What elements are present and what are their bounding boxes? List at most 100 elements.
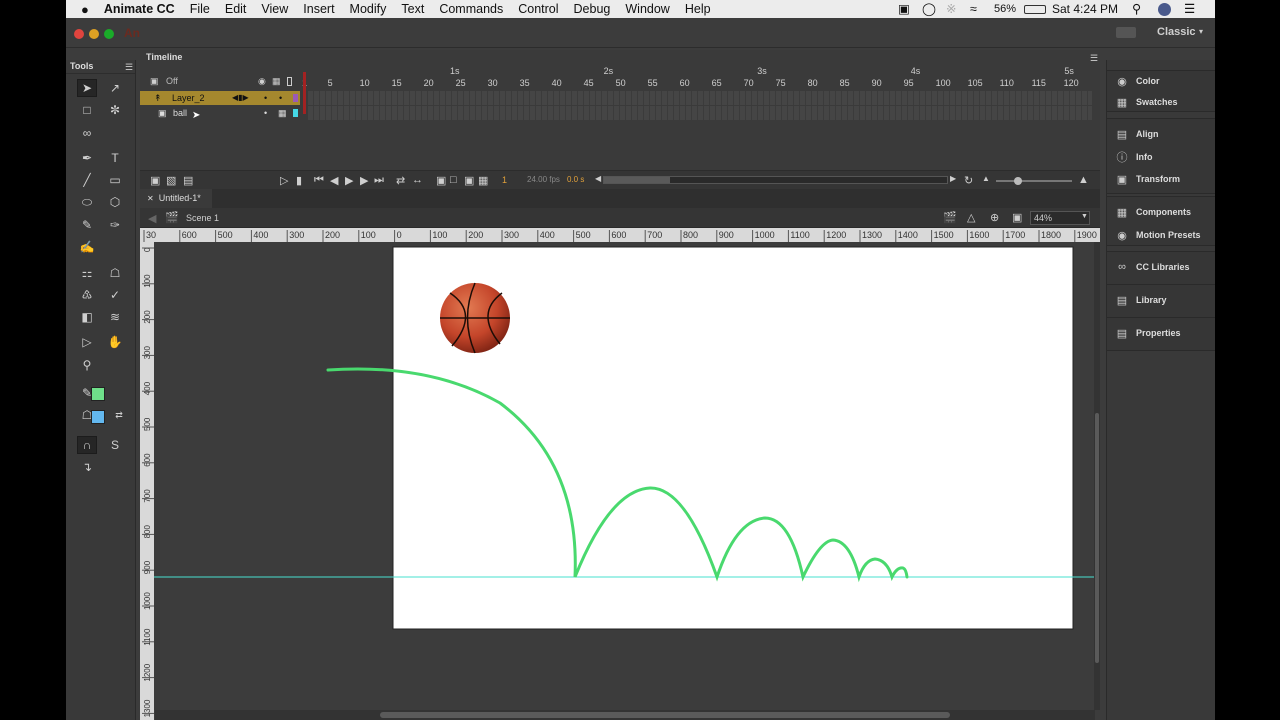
show-all-layers-icon[interactable]: ◉ [258, 76, 266, 87]
panel-motion-presets[interactable]: ◉ Motion Presets [1107, 225, 1215, 245]
wifi-icon[interactable]: ≈ [970, 0, 977, 18]
panel-properties[interactable]: ▤ Properties [1107, 323, 1215, 343]
notification-center-icon[interactable]: ☰ [1184, 0, 1195, 18]
rectangle-tool-icon[interactable]: ▭ [105, 171, 125, 189]
selection-tool-icon[interactable]: ➤ [77, 79, 97, 97]
scroll-right-icon[interactable]: ▶ [950, 174, 956, 183]
fill-color-swatch[interactable] [91, 410, 105, 424]
new-folder-icon[interactable]: ▧ [166, 174, 176, 187]
layer-visibility-dot[interactable]: • [264, 106, 267, 120]
edit-symbols-icon[interactable]: △ [967, 211, 975, 224]
delete-layer-icon[interactable]: ▤ [183, 174, 193, 187]
timeline-menu-icon[interactable]: ☰ [1090, 53, 1098, 64]
zoom-dropdown-icon[interactable]: ▼ [1081, 213, 1088, 220]
playhead[interactable] [303, 72, 306, 114]
frame-rate[interactable]: 24.00 fps [527, 175, 560, 184]
menu-view[interactable]: View [261, 2, 288, 16]
center-playhead-icon[interactable]: ↻ [964, 174, 973, 187]
elapsed-time[interactable]: 0.0 s [567, 175, 584, 184]
layer-lock-icon[interactable]: ▦ [278, 106, 287, 120]
go-to-first-frame-icon[interactable]: ⏮ [314, 174, 324, 187]
minimize-window-button[interactable] [89, 29, 99, 39]
panel-transform[interactable]: ▣ Transform [1107, 169, 1215, 189]
app-menu[interactable]: Animate CC [104, 2, 175, 16]
layer-depth-icon[interactable]: ▮ [296, 174, 302, 187]
menu-insert[interactable]: Insert [303, 2, 334, 16]
layer-row-layer2[interactable]: ↟ Layer_2 ◀▮▶ • • [140, 91, 300, 105]
frame-zoom-slider-thumb[interactable] [1014, 177, 1022, 185]
camera-toggle-icon[interactable]: ▷ [280, 174, 288, 187]
layer-name[interactable]: ball [173, 106, 187, 120]
stage-canvas[interactable]: 30 600 500 400 300 200 100 0 100 200 300 400 500 600 7… [140, 228, 1100, 720]
width-tool-icon[interactable]: ≋ [105, 308, 125, 326]
zoom-select[interactable]: 44% ▼ [1030, 211, 1090, 225]
screen-record-icon[interactable]: ▣ [898, 0, 910, 18]
menu-help[interactable]: Help [685, 2, 711, 16]
outline-all-layers-icon[interactable] [287, 77, 292, 86]
tools-panel-menu-icon[interactable]: ☰ [125, 62, 133, 73]
stage-horizontal-scroll-thumb[interactable] [380, 712, 950, 718]
scroll-left-icon[interactable]: ◀ [595, 174, 601, 183]
sync-settings-icon[interactable] [1116, 27, 1136, 38]
close-tab-icon[interactable]: ✕ [147, 194, 154, 203]
paint-bucket-tool-icon[interactable]: ☖ [105, 264, 125, 282]
zoom-in-frames-icon[interactable]: ▲ [1078, 174, 1089, 186]
camera-tool-icon[interactable]: ▷ [77, 333, 97, 351]
back-arrow-icon[interactable]: ◀ [148, 212, 156, 225]
spotlight-search-icon[interactable]: ⚲ [1132, 0, 1141, 18]
panel-library[interactable]: ▤ Library [1107, 290, 1215, 310]
go-to-last-frame-icon[interactable]: ⏭ [374, 174, 384, 187]
document-tab[interactable]: ✕ Untitled-1* [140, 189, 212, 208]
layer-name[interactable]: Layer_2 [172, 91, 205, 105]
layer-outline-color[interactable] [293, 94, 298, 102]
creative-cloud-icon[interactable]: ◯ [922, 0, 936, 18]
workspace-dropdown-icon[interactable]: ▾ [1199, 27, 1203, 36]
text-tool-icon[interactable]: T [105, 149, 125, 167]
stage-vertical-scroll-thumb[interactable] [1095, 413, 1099, 663]
onion-outlines-icon[interactable]: □ [450, 174, 457, 186]
3d-rotation-tool-icon[interactable]: ✼ [105, 101, 125, 119]
bluetooth-icon[interactable]: ※ [946, 0, 956, 18]
user-avatar-icon[interactable] [1158, 3, 1171, 16]
subselection-tool-icon[interactable]: ↗ [105, 79, 125, 97]
panel-info[interactable]: ⓘ Info [1107, 147, 1215, 167]
eraser-tool-icon[interactable]: ◧ [77, 308, 97, 326]
zoom-tool-icon[interactable]: ⚲ [77, 356, 97, 374]
menu-commands[interactable]: Commands [439, 2, 503, 16]
polystar-tool-icon[interactable]: ⬡ [105, 193, 125, 211]
swap-colors-icon[interactable]: ⇄ [109, 406, 129, 424]
frames-layer2[interactable] [308, 91, 1092, 105]
lasso-tool-icon[interactable]: ∞ [77, 124, 97, 142]
layer-row-ball[interactable]: ▣ ball • ▦ [140, 106, 300, 120]
timeline-horizontal-scrollbar[interactable] [603, 176, 948, 184]
menu-window[interactable]: Window [625, 2, 669, 16]
panel-components[interactable]: ▦ Components [1107, 202, 1215, 222]
center-frame-icon[interactable]: ↔ [412, 174, 423, 186]
line-tool-icon[interactable]: ╱ [77, 171, 97, 189]
clock[interactable]: Sat 4:24 PM [1052, 0, 1118, 18]
menu-modify[interactable]: Modify [350, 2, 387, 16]
stroke-color-swatch[interactable] [91, 387, 105, 401]
onion-skin-icon[interactable]: ▣ [436, 174, 446, 187]
brush-tool-icon[interactable]: ✍ [77, 238, 97, 256]
snap-stage-center-icon[interactable]: ⊕ [990, 211, 999, 224]
frame-zoom-slider[interactable] [996, 177, 1072, 185]
paint-brush-tool-icon[interactable]: ✑ [105, 216, 125, 234]
zoom-window-button[interactable] [104, 29, 114, 39]
pencil-tool-icon[interactable]: ✎ [77, 216, 97, 234]
play-icon[interactable]: ▶ [345, 174, 353, 187]
menu-file[interactable]: File [190, 2, 210, 16]
straighten-icon[interactable]: ↴ [77, 458, 97, 476]
menu-edit[interactable]: Edit [225, 2, 247, 16]
zoom-out-frames-icon[interactable]: ▲ [982, 174, 990, 183]
frame-ruler[interactable]: 1s2s3s4s5s 15101520253035404550556065707… [300, 64, 1092, 94]
battery-icon[interactable] [1024, 5, 1046, 14]
snap-to-objects-icon[interactable]: ∩ [77, 436, 97, 454]
step-back-icon[interactable]: ◀ [330, 174, 338, 187]
panel-swatches[interactable]: ▦ Swatches [1107, 92, 1215, 112]
menu-control[interactable]: Control [518, 2, 558, 16]
edit-scene-icon[interactable]: 🎬 [943, 211, 957, 224]
apple-menu-icon[interactable]: ● [81, 2, 89, 17]
edit-multiple-frames-icon[interactable]: ▣ [464, 174, 474, 187]
ink-bottle-tool-icon[interactable]: ♳ [77, 286, 97, 304]
